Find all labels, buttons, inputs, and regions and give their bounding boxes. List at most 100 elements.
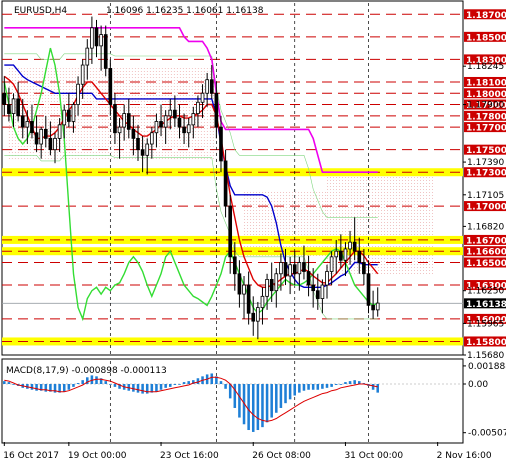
price-chart: 0.001888 0.00 -0.005079 1.18700 1.18500 1.18… [1,0,506,461]
candle-body [182,126,186,134]
candle-body [325,271,329,286]
candle-body [16,98,20,117]
macd-histogram-bar [95,376,98,385]
macd-label: MACD(8,17,9) -0.000898 -0.000113 [6,366,167,376]
candle-body [108,68,113,105]
candle-body [269,279,274,292]
candle-body [343,248,348,261]
candle-body [311,284,316,292]
macd-histogram-bar [44,384,48,392]
macd-histogram-bar [219,381,223,385]
candle-body [223,160,228,207]
time-axis: 16 Oct 2017 19 Oct 00:00 23 Oct 16:00 26 Oc… [3,442,492,461]
macd-y-tick-label: 0.00 [468,380,488,390]
macd-histogram-bar [293,384,297,396]
macd-histogram-bar [228,384,232,399]
x-tick-label: 2 Nov 16:00 [437,451,492,461]
macd-histogram-bar [270,384,273,418]
candle-body [219,126,223,162]
candle-body [136,137,140,151]
macd-histogram-bar [376,384,379,393]
macd-histogram-bar [104,381,107,385]
candle-body [25,121,30,128]
candle-body [117,126,122,134]
candle-body [352,241,357,252]
y-tick-label: 1.17900 [467,101,504,111]
candle-body [7,104,11,114]
candle-body [265,279,269,297]
level-price-label: 1.16600 [466,248,506,258]
level-price-label: 1.17700 [466,124,506,134]
candle-body [306,271,311,286]
macd-histogram-bar [178,384,181,385]
macd-histogram-bar [279,384,283,408]
level-price-label: 1.17000 [466,203,506,213]
candle-body [57,124,62,139]
macd-histogram-bar [298,384,301,393]
chart-ohlc: 1.16096 1.16235 1.16061 1.16138 [106,6,264,16]
macd-histogram-bar [265,384,269,423]
candle-body [20,115,25,128]
candle-body [196,101,200,114]
candle-body [371,304,375,311]
macd-histogram-bar [132,384,135,392]
macd-histogram-bar [247,384,250,431]
candle-body [71,104,76,122]
level-price-label: 1.17300 [466,169,506,179]
macd-histogram-bar [275,384,278,413]
candle-body [283,262,288,277]
candle-body [315,290,320,299]
y-tick-label: 1.17390 [467,158,504,168]
macd-histogram-bar [3,381,6,385]
candle-body [122,113,126,128]
candle-body [297,262,302,275]
chart-background [1,0,464,444]
candle-body [126,113,131,130]
candle-body [99,34,103,47]
candle-body [348,241,352,250]
macd-histogram-bar [196,378,200,385]
x-tick-label: 16 Oct 2017 [3,451,59,461]
y-tick-label: 1.18245 [467,62,504,72]
macd-histogram-bar [187,381,190,385]
candle-body [168,109,173,117]
candle-body [246,284,251,314]
macd-histogram-bar [330,384,333,387]
macd-histogram-bar [173,384,177,385]
level-price-label: 1.18100 [466,78,506,88]
macd-histogram-bar [182,382,186,385]
candle-body [288,264,292,277]
macd-histogram-bar [62,384,66,392]
macd-histogram-bar [76,383,80,385]
candle-body [34,132,39,145]
x-tick-label: 26 Oct 08:00 [252,451,311,461]
level-price-label: 1.18000 [466,90,506,100]
candle-body [320,284,325,299]
candle-body [329,256,334,272]
macd-histogram-bar [210,373,214,385]
candle-body [48,137,53,151]
chart-header: EURUSD,H4 1.16096 1.16235 1.16061 1.1613… [14,6,264,16]
candle-body [251,312,256,322]
candle-body [214,92,219,128]
candle-body [11,98,16,114]
macd-histogram-bar [113,384,117,387]
candle-body [154,121,159,134]
candle-body [334,250,339,258]
candle-body [43,128,48,139]
candle-body [62,109,67,126]
macd-histogram-bar [307,384,310,390]
level-price-label: 1.18500 [466,33,506,43]
level-price-label: 1.17800 [466,112,506,122]
candle-body [362,262,366,275]
candle-body [191,113,196,126]
macd-histogram-bar [316,384,320,390]
macd-histogram-bar [238,384,241,418]
y-tick-label: 1.15680 [467,351,504,361]
candle-body [80,64,85,85]
level-price-label: 1.16700 [466,236,506,246]
macd-histogram-bar [141,384,144,394]
candle-body [375,302,380,311]
candle-body [145,143,150,156]
candle-body [339,250,343,261]
